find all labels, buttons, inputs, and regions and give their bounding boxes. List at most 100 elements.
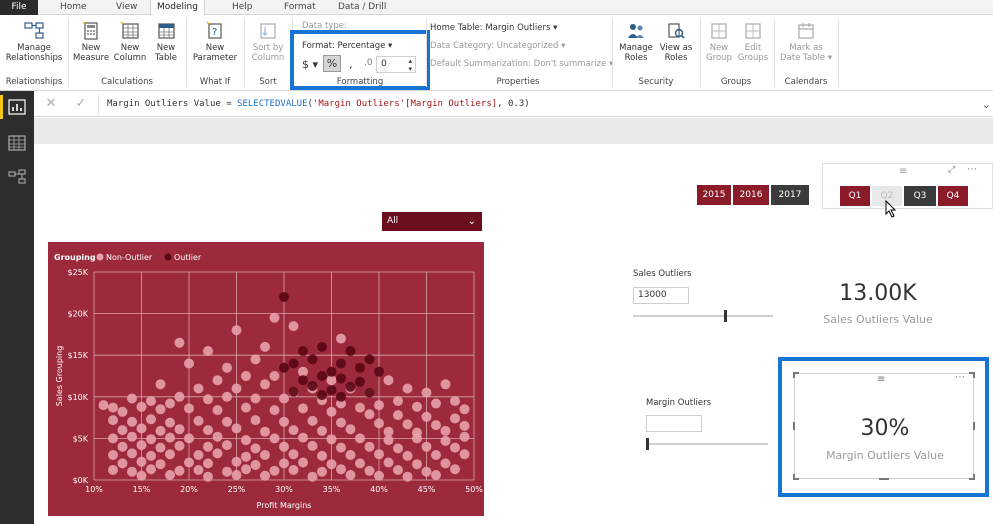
- focus-mode-icon[interactable]: ⤢: [948, 165, 955, 175]
- scatter-point-outlier: [288, 386, 299, 397]
- resize-handle[interactable]: [969, 474, 975, 480]
- tab-format[interactable]: Format: [278, 0, 322, 15]
- model-view-icon[interactable]: [8, 169, 26, 185]
- scatter-point-non-outlier: [231, 423, 242, 434]
- scatter-point-non-outlier: [383, 457, 394, 468]
- report-view-icon[interactable]: [8, 99, 26, 115]
- scatter-point-non-outlier: [250, 415, 261, 426]
- group-label-groups: Groups: [720, 77, 752, 87]
- scatter-point-non-outlier: [402, 450, 413, 461]
- home-table-dropdown[interactable]: Home Table: Margin Outliers ▾: [430, 23, 557, 33]
- slicer-quarter-q1[interactable]: Q1: [840, 186, 870, 206]
- sales-outliers-slider-thumb[interactable]: [724, 310, 727, 322]
- y-tick-label: $10K: [67, 393, 88, 402]
- scatter-point-non-outlier: [127, 431, 137, 442]
- commit-formula-icon[interactable]: ✓: [74, 97, 88, 111]
- tab-modeling[interactable]: Modeling: [150, 0, 205, 15]
- mark-as-date-table-button[interactable]: Mark as Date Table ▾: [778, 21, 834, 63]
- formula-input[interactable]: Margin Outliers Value = SELECTEDVALUE('M…: [107, 99, 530, 109]
- resize-handle[interactable]: [793, 474, 799, 480]
- scatter-point-non-outlier: [260, 341, 270, 352]
- margin-outliers-card-label: Margin Outliers Value: [826, 449, 944, 462]
- scatter-point-non-outlier: [317, 425, 327, 436]
- scatter-point-outlier: [355, 362, 365, 373]
- grouping-dropdown[interactable]: All ⌄: [382, 212, 482, 231]
- new-group-button[interactable]: New Group: [702, 21, 736, 63]
- scatter-point-outlier: [364, 354, 375, 365]
- formatting-highlight-box: [290, 30, 430, 90]
- data-view-icon[interactable]: [8, 135, 26, 151]
- scatter-chart[interactable]: 10% 15% 20% 25% 30% 35% 40% 45% 50% $0K $5K $10K $15…: [48, 242, 484, 516]
- cancel-formula-icon[interactable]: ✕: [44, 97, 58, 111]
- formula-divider: [98, 95, 99, 115]
- scatter-point-non-outlier: [279, 416, 289, 427]
- slicer-quarter-q3[interactable]: Q3: [904, 186, 936, 206]
- svg-text:?: ?: [212, 27, 217, 38]
- tab-file[interactable]: File: [0, 0, 38, 15]
- manage-label-1: Manage: [17, 43, 51, 53]
- y-tick-label: $5K: [73, 434, 89, 443]
- tab-home[interactable]: Home: [54, 0, 93, 15]
- scatter-point-non-outlier: [231, 470, 242, 480]
- data-category-dropdown[interactable]: Data Category: Uncategorized ▾: [430, 41, 565, 51]
- manage-roles-label-1: Manage: [619, 43, 653, 53]
- sales-outliers-input[interactable]: 13000: [633, 287, 689, 304]
- slicer-year-2017[interactable]: 2017: [771, 185, 809, 205]
- new-column-button[interactable]: New Column: [112, 21, 148, 63]
- tab-view[interactable]: View: [110, 0, 143, 15]
- scatter-point-outlier: [317, 390, 327, 401]
- scatter-point-non-outlier: [326, 434, 337, 445]
- scatter-point-non-outlier: [459, 404, 470, 415]
- new-measure-button[interactable]: New Measure: [72, 21, 110, 63]
- mark-label-2: Date Table: [780, 53, 826, 63]
- scatter-point-outlier: [326, 385, 337, 396]
- slicer-year-2016[interactable]: 2016: [733, 185, 769, 205]
- scatter-point-non-outlier: [98, 400, 109, 411]
- more-options-icon[interactable]: ⋯: [955, 372, 965, 383]
- margin-outliers-slider-thumb[interactable]: [646, 438, 649, 450]
- margin-outliers-input[interactable]: [646, 415, 702, 432]
- edit-groups-button[interactable]: Edit Groups: [736, 21, 770, 63]
- scatter-point-non-outlier: [279, 393, 289, 404]
- scatter-point-non-outlier: [317, 450, 327, 461]
- sales-outliers-label: Sales Outliers: [633, 269, 692, 279]
- edit-groups-label-1: Edit: [744, 43, 762, 53]
- tab-help[interactable]: Help: [226, 0, 259, 15]
- manage-relationships-button[interactable]: Manage Relationships: [2, 21, 66, 63]
- slicer-year-2015[interactable]: 2015: [697, 185, 731, 205]
- scatter-point-non-outlier: [459, 420, 470, 431]
- margin-outliers-slider-track[interactable]: [646, 443, 768, 445]
- scatter-point-non-outlier: [108, 465, 118, 475]
- resize-handle[interactable]: [969, 372, 975, 378]
- new-table-button[interactable]: New Table: [150, 21, 182, 63]
- expand-formula-icon[interactable]: ⌄: [982, 98, 991, 111]
- scatter-point-non-outlier: [374, 418, 384, 429]
- resize-handle[interactable]: [879, 478, 889, 480]
- scatter-point-non-outlier: [355, 458, 365, 469]
- manage-roles-button[interactable]: Manage Roles: [616, 21, 656, 63]
- scatter-point-non-outlier: [374, 400, 384, 411]
- margin-outliers-card[interactable]: ≡ ⋯ 30% Margin Outliers Value: [793, 372, 975, 480]
- scatter-point-non-outlier: [393, 410, 403, 421]
- x-tick-label: 40%: [370, 485, 388, 494]
- sales-outliers-slider-track[interactable]: [633, 315, 773, 317]
- scatter-point-non-outlier: [174, 424, 185, 435]
- default-summarization-dropdown[interactable]: Default Summarization: Don't summarize ▾: [430, 59, 613, 69]
- scatter-point-non-outlier: [317, 466, 327, 477]
- scatter-point-outlier: [307, 381, 318, 391]
- drag-handle-icon[interactable]: ≡: [899, 166, 907, 177]
- formula-bar: ✕ ✓ Margin Outliers Value = SELECTEDVALU…: [34, 93, 993, 117]
- scatter-point-outlier: [345, 381, 356, 392]
- more-options-icon[interactable]: ⋯: [967, 164, 977, 175]
- new-parameter-button[interactable]: ? New Parameter: [190, 21, 240, 63]
- sales-outliers-card-label: Sales Outliers Value: [823, 313, 933, 326]
- sort-by-column-button[interactable]: Sort by Column: [246, 21, 290, 63]
- resize-handle[interactable]: [793, 372, 799, 378]
- scatter-point-non-outlier: [222, 466, 232, 477]
- scatter-point-non-outlier: [241, 451, 251, 462]
- x-tick-label: 50%: [465, 485, 483, 494]
- view-as-roles-button[interactable]: View as Roles: [656, 21, 696, 63]
- tab-data-drill[interactable]: Data / Drill: [332, 0, 392, 15]
- drag-handle-icon[interactable]: ≡: [877, 374, 885, 385]
- slicer-quarter-q4[interactable]: Q4: [938, 186, 968, 206]
